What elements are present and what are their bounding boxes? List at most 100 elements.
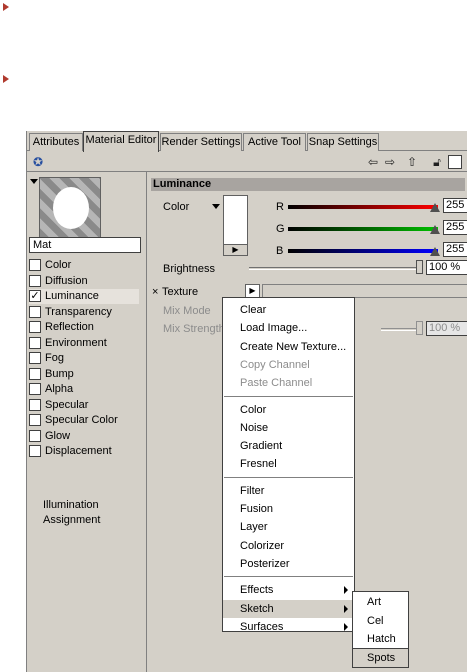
channel-item-reflection[interactable]: Reflection <box>29 320 139 335</box>
section-title: Luminance <box>151 178 465 191</box>
menu-item-gradient[interactable]: Gradient <box>223 437 354 455</box>
channel-checkbox[interactable] <box>29 259 41 271</box>
channel-checkbox[interactable] <box>29 414 41 426</box>
menu-separator <box>224 476 353 479</box>
channel-item-color[interactable]: Color <box>29 258 139 273</box>
submenu-item-spots[interactable]: Spots <box>352 647 409 668</box>
channel-list-panel: Mat Illumination Assignment Color Diffusi… <box>27 172 147 672</box>
material-name-field[interactable]: Mat <box>29 237 141 253</box>
channel-checkbox[interactable] <box>29 445 41 457</box>
b-slider-thumb[interactable] <box>430 247 440 256</box>
channel-checkbox[interactable] <box>29 352 41 364</box>
channel-item-displacement[interactable]: Displacement <box>29 444 139 459</box>
brightness-slider-track[interactable] <box>249 267 421 270</box>
menu-item-create-new-texture[interactable]: Create New Texture... <box>223 338 354 356</box>
b-value-field[interactable]: 255 <box>443 242 467 257</box>
menu-item-label: Fresnel <box>240 458 277 471</box>
submenu-item-hatch[interactable]: Hatch <box>353 630 408 648</box>
pin-icon[interactable]: ✪ <box>31 155 45 169</box>
b-slider-track[interactable] <box>288 249 438 253</box>
menu-item-layer[interactable]: Layer <box>223 518 354 536</box>
g-slider-track[interactable] <box>288 227 438 231</box>
texture-menu-button[interactable]: ▶ <box>245 284 260 298</box>
submenu-item-art[interactable]: Art <box>353 593 408 611</box>
lock-icon[interactable]: 🔓︎ <box>430 155 444 169</box>
menu-item-label: Layer <box>240 521 268 534</box>
g-value-field[interactable]: 255 <box>443 220 467 235</box>
tab-render-settings[interactable]: Render Settings <box>160 133 242 151</box>
menu-item-load-image[interactable]: Load Image... <box>223 319 354 337</box>
arrow-up-icon[interactable]: ⇧ <box>405 155 419 169</box>
channel-checkbox[interactable]: ✓ <box>29 290 41 302</box>
illumination-item[interactable]: Illumination <box>43 499 99 511</box>
channel-item-glow[interactable]: Glow <box>29 429 139 444</box>
channel-label: Reflection <box>45 321 94 333</box>
tab-active-tool[interactable]: Active Tool <box>243 133 306 151</box>
channel-label: Color <box>45 259 72 271</box>
b-label: B <box>276 245 284 257</box>
menu-item-posterizer[interactable]: Posterizer <box>223 555 354 573</box>
menu-item-label: Surfaces <box>240 620 284 633</box>
channel-label: Fog <box>45 352 64 364</box>
menu-item-colorizer[interactable]: Colorizer <box>223 537 354 555</box>
channel-item-transparency[interactable]: Transparency <box>29 305 139 320</box>
preview-menu-arrow-icon[interactable] <box>30 179 38 184</box>
menu-item-label: Noise <box>240 421 269 434</box>
channel-item-specular-color[interactable]: Specular Color <box>29 413 139 428</box>
texture-path-field[interactable] <box>262 284 467 298</box>
menu-item-fusion[interactable]: Fusion <box>223 500 354 518</box>
channel-checkbox[interactable] <box>29 367 41 380</box>
brightness-value-field[interactable]: 100 % <box>426 260 467 275</box>
arrow-left-icon[interactable]: ⇦ <box>366 155 380 169</box>
color-swatch[interactable] <box>223 195 248 247</box>
channel-item-fog[interactable]: Fog <box>29 351 139 366</box>
channel-item-environment[interactable]: Environment <box>29 336 139 351</box>
channel-checkbox[interactable] <box>29 398 41 411</box>
assignment-item[interactable]: Assignment <box>43 514 100 526</box>
mix-strength-slider-track <box>381 328 421 331</box>
channel-checkbox[interactable] <box>29 429 41 442</box>
tab-snap-settings[interactable]: Snap Settings <box>307 133 379 151</box>
submenu-arrow-icon <box>344 622 348 631</box>
mix-mode-label: Mix Mode <box>163 305 211 317</box>
channel-label: Specular <box>45 398 89 411</box>
channel-checkbox[interactable] <box>29 305 41 318</box>
color-picker-button[interactable]: ▶ <box>223 244 248 256</box>
menu-item-fresnel[interactable]: Fresnel <box>223 455 354 473</box>
tab-attributes[interactable]: Attributes <box>29 133 83 151</box>
brightness-slider-thumb[interactable] <box>416 260 423 274</box>
channel-checkbox[interactable] <box>29 321 41 333</box>
submenu-arrow-icon <box>344 586 348 595</box>
menu-item-clear[interactable]: Clear <box>223 301 354 319</box>
menu-item-filter[interactable]: Filter <box>223 482 354 500</box>
menu-item-effects[interactable]: Effects <box>223 581 354 599</box>
menu-item-label: Sketch <box>240 602 274 615</box>
new-panel-icon[interactable] <box>448 155 462 169</box>
channel-item-diffusion[interactable]: Diffusion <box>29 274 139 289</box>
r-slider-thumb[interactable] <box>430 203 440 212</box>
brightness-label: Brightness <box>163 263 215 275</box>
texture-label: Texture <box>162 286 199 298</box>
menu-item-surfaces[interactable]: Surfaces <box>223 618 354 636</box>
menu-item-color[interactable]: Color <box>223 401 354 419</box>
channel-checkbox[interactable] <box>29 336 41 349</box>
tab-material-editor[interactable]: Material Editor <box>83 131 159 152</box>
g-slider-thumb[interactable] <box>430 225 440 234</box>
tab-bar: Attributes Material Editor Render Settin… <box>27 131 467 152</box>
menu-item-noise[interactable]: Noise <box>223 419 354 437</box>
color-menu-arrow-icon[interactable] <box>212 204 220 209</box>
channel-checkbox[interactable] <box>29 274 41 287</box>
channel-label: Luminance <box>45 290 99 302</box>
r-value-field[interactable]: 255 <box>443 198 467 213</box>
submenu-item-cel[interactable]: Cel <box>353 612 408 630</box>
channel-item-specular[interactable]: Specular <box>29 398 139 413</box>
channel-item-alpha[interactable]: Alpha <box>29 382 139 397</box>
r-slider-track[interactable] <box>288 205 438 209</box>
channel-checkbox[interactable] <box>29 383 41 395</box>
texture-remove-icon[interactable]: × <box>152 286 158 298</box>
channel-item-luminance[interactable]: ✓ Luminance <box>29 289 139 304</box>
channel-label: Transparency <box>45 305 112 318</box>
channel-item-bump[interactable]: Bump <box>29 367 139 382</box>
menu-item-sketch[interactable]: Sketch <box>223 599 354 618</box>
arrow-right-icon[interactable]: ⇨ <box>383 155 397 169</box>
